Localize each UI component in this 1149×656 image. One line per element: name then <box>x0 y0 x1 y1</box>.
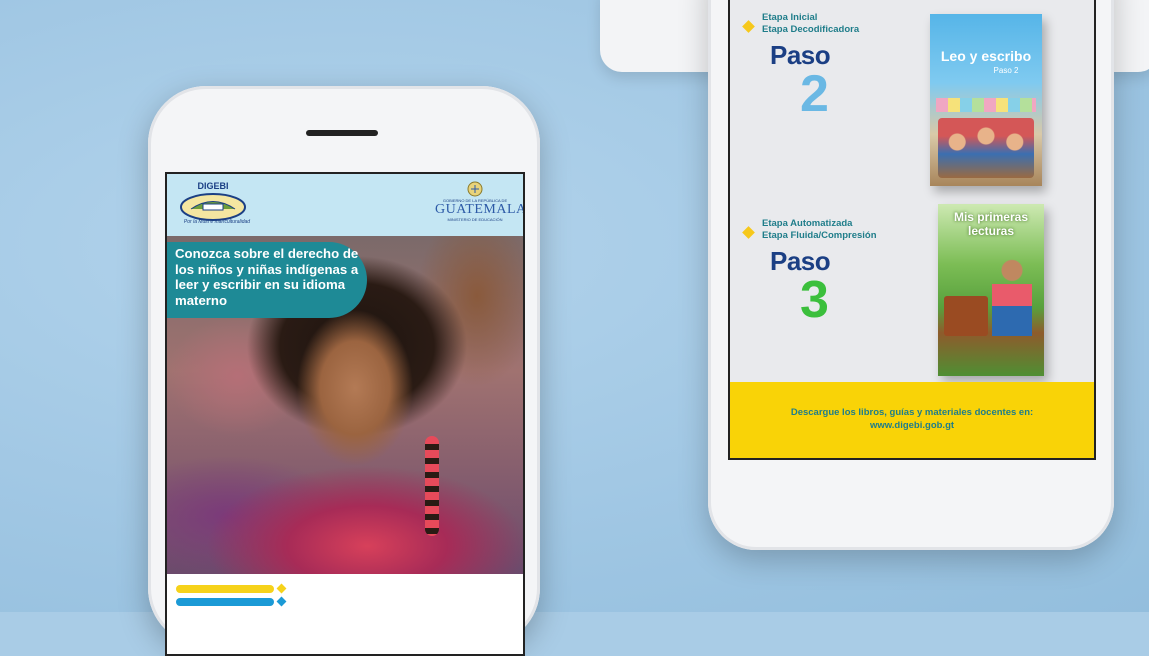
yellow-diamond-icon <box>742 226 755 239</box>
stage-line-1: Etapa Inicial <box>762 12 818 23</box>
book-title: Mis primeras lecturas <box>953 210 1029 238</box>
gov-name: GUATEMALA <box>435 202 525 217</box>
treasure-chest-illustration <box>944 296 988 336</box>
coat-of-arms-icon <box>467 181 483 197</box>
headline-banner: Conozca sobre el derecho de los niños y … <box>167 242 367 318</box>
yellow-diamond-icon <box>742 20 755 33</box>
download-footer: Descargue los libros, guías y materiales… <box>730 382 1094 458</box>
stage-line-2: Etapa Decodificadora <box>762 24 860 35</box>
woman-illustration <box>992 256 1032 336</box>
guatemala-gov-logo: GOBIERNO DE LA REPÚBLICA DE GUATEMALA MI… <box>435 180 525 230</box>
phone-left: DIGEBI Por la Multi e Interculturalidad … <box>148 86 540 656</box>
classroom-illustration <box>938 118 1034 178</box>
website-link[interactable]: www.digebi.gob.gt <box>730 420 1094 431</box>
phone-left-screen: DIGEBI Por la Multi e Interculturalidad … <box>165 172 525 656</box>
book-title: Leo y escribo <box>940 48 1032 64</box>
decorative-bars <box>167 574 523 654</box>
phone-right-screen: Etapa Inicial Etapa Decodificadora Paso … <box>728 0 1096 460</box>
blue-bar <box>176 598 274 606</box>
stage-line-1: Etapa Automatizada <box>762 218 853 229</box>
yellow-bar <box>176 585 274 593</box>
book-mis-primeras-lecturas[interactable]: Mis primeras lecturas <box>938 204 1044 376</box>
stage-line-2: Etapa Fluida/Compresión <box>762 230 877 241</box>
phone-right: Etapa Inicial Etapa Decodificadora Paso … <box>708 0 1114 550</box>
hair-braid <box>425 436 439 536</box>
digebi-slogan: Por la Multi e Interculturalidad <box>183 219 251 225</box>
blue-diamond-icon <box>276 596 287 607</box>
yellow-diamond-icon <box>276 583 287 594</box>
book-leo-y-escribo[interactable]: Leo y escribo Paso 2 <box>930 14 1042 186</box>
paso-number: 2 <box>800 65 829 123</box>
download-text: Descargue los libros, guías y materiales… <box>790 407 1034 418</box>
girl-photo: Conozca sobre el derecho de los niños y … <box>167 236 523 574</box>
screen-header: DIGEBI Por la Multi e Interculturalidad … <box>167 174 523 236</box>
speaker-grille <box>306 130 378 136</box>
digebi-logo: DIGEBI Por la Multi e Interculturalidad <box>177 180 250 225</box>
book-subtitle: Paso 2 <box>993 66 1019 75</box>
paso-number: 3 <box>800 271 829 329</box>
gov-ministry: MINISTERIO DE EDUCACIÓN <box>447 217 503 222</box>
stage-labels: Etapa Automatizada Etapa Fluida/Compresi… <box>762 218 877 242</box>
bunting-flags <box>936 98 1036 112</box>
stage-labels: Etapa Inicial Etapa Decodificadora <box>762 12 859 36</box>
digebi-logo-text: DIGEBI <box>197 181 229 191</box>
